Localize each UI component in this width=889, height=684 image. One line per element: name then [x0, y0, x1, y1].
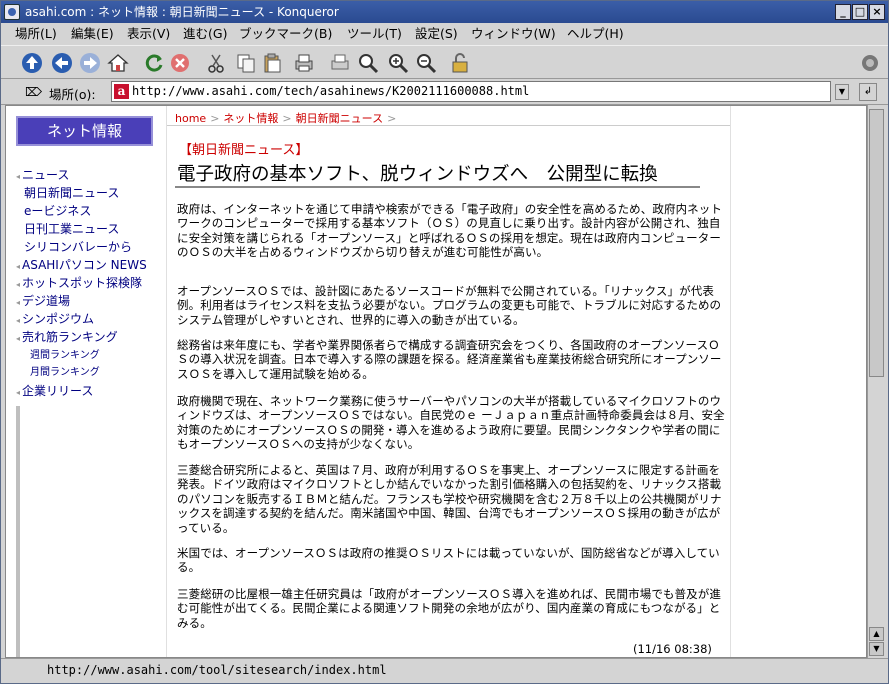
sidebar-item-monthly-ranking[interactable]: 月間ランキング: [30, 363, 100, 378]
browser-window: asahi.com : ネット情報 : 朝日新聞ニュース - Konqueror…: [0, 0, 889, 684]
url-dropdown-icon[interactable]: ▼: [835, 84, 849, 100]
breadcrumb-home[interactable]: home: [175, 112, 206, 125]
location-label: 場所(o):: [49, 87, 96, 102]
article-area: home > ネット情報 > 朝日新聞ニュース > 【朝日新聞ニュース】 電子政府の基本ソ…: [166, 106, 731, 657]
bullet-icon: ◂: [16, 316, 21, 325]
close-button[interactable]: ×: [869, 4, 885, 20]
konqueror-logo-icon: [857, 51, 883, 75]
menu-window[interactable]: ウィンドウ(W): [471, 23, 556, 45]
article-paragraph: 政府は、インターネットを通じて申請や検索ができる「電子政府」の安全性を高めるため…: [177, 202, 722, 260]
sidebar-blank: [20, 406, 148, 657]
bullet-icon: ◂: [16, 280, 21, 289]
scrollbar-thumb[interactable]: [869, 109, 884, 377]
article-category: 【朝日新聞ニュース】: [179, 143, 309, 158]
left-sidebar: ネット情報 ◂ ニュース 朝日新聞ニュース eービジネス 日刊工業ニュース シリコ…: [6, 106, 158, 657]
breadcrumb-sep: >: [387, 112, 397, 125]
page-view: ネット情報 ◂ ニュース 朝日新聞ニュース eービジネス 日刊工業ニュース シリコ…: [5, 105, 867, 658]
site-favicon-icon: a: [114, 84, 129, 99]
maximize-button[interactable]: □: [852, 4, 868, 20]
article-paragraph: 三菱総研の比屋根一雄主任研究員は「政府がオープンソースＯＳ導入を進めれば、民間市…: [177, 587, 721, 630]
menu-location[interactable]: 場所(L): [15, 23, 57, 45]
sidebar-item-asahi-pasokon[interactable]: ◂ ASAHIパソコン NEWS: [16, 256, 147, 273]
lock-icon[interactable]: [447, 51, 473, 75]
sidebar-item-asahi-news[interactable]: 朝日新聞ニュース: [24, 184, 119, 201]
bullet-icon: ◂: [16, 262, 21, 271]
sidebar-item-silicon-valley[interactable]: シリコンバレーから: [24, 238, 132, 255]
print-icon[interactable]: [291, 51, 317, 75]
article-paragraph: オープンソースＯＳでは、設計図にあたるソースコードが無料で公開されている。「リナ…: [177, 284, 722, 327]
breadcrumb-asahi-news[interactable]: 朝日新聞ニュース: [296, 112, 383, 125]
forward-icon[interactable]: [77, 51, 103, 75]
sidebar-item-nikkan-kogyo[interactable]: 日刊工業ニュース: [24, 220, 119, 237]
breadcrumb-net-info[interactable]: ネット情報: [223, 112, 278, 125]
stop-icon[interactable]: [167, 51, 193, 75]
up-icon[interactable]: [19, 51, 45, 75]
menu-bookmarks[interactable]: ブックマーク(B): [239, 23, 332, 45]
menu-settings[interactable]: 設定(S): [415, 23, 458, 45]
menu-edit[interactable]: 編集(E): [71, 23, 114, 45]
sidebar-item-press-release[interactable]: ◂ 企業リリース: [16, 382, 93, 399]
breadcrumb-divider: [167, 125, 730, 126]
bullet-icon: ◂: [16, 388, 21, 397]
menu-go[interactable]: 進む(G): [183, 23, 227, 45]
right-column: [732, 106, 866, 657]
sidebar-item-digi-dojo[interactable]: ◂ デジ道場: [16, 292, 70, 309]
scroll-up-icon[interactable]: ▲: [869, 627, 884, 641]
zoom-in-icon[interactable]: [385, 51, 411, 75]
title-bar[interactable]: asahi.com : ネット情報 : 朝日新聞ニュース - Konqueror…: [1, 1, 888, 23]
clear-location-icon[interactable]: ⌦: [25, 85, 42, 99]
back-icon[interactable]: [49, 51, 75, 75]
breadcrumb: home > ネット情報 > 朝日新聞ニュース >: [175, 110, 400, 126]
bullet-icon: ◂: [16, 334, 21, 343]
url-text: http://www.asahi.com/tech/asahinews/K200…: [132, 84, 530, 98]
status-text: http://www.asahi.com/tool/sitesearch/ind…: [47, 663, 387, 677]
sidebar-item-ebusiness[interactable]: eービジネス: [24, 202, 91, 219]
menu-bar: 場所(L) 編集(E) 表示(V) 進む(G) ブックマーク(B) ツール(T)…: [1, 23, 888, 45]
vertical-scrollbar[interactable]: ▲ ▼: [867, 105, 885, 658]
paste-icon[interactable]: [259, 51, 285, 75]
headline-rule: [175, 186, 700, 188]
copy-icon[interactable]: [233, 51, 259, 75]
zoom-out-icon[interactable]: [413, 51, 439, 75]
article-paragraph: 三菱総合研究所によると、英国は７月、政府が利用するＯＳを事実上、オープンソースに…: [177, 463, 722, 535]
go-icon[interactable]: ↲: [859, 83, 877, 101]
toolbar: [1, 45, 888, 79]
reload-icon[interactable]: [141, 51, 167, 75]
sidebar-item-weekly-ranking[interactable]: 週間ランキング: [30, 346, 100, 361]
sidebar-item-ranking[interactable]: ◂ 売れ筋ランキング: [16, 328, 118, 345]
article-paragraph: 総務省は来年度にも、学者や業界関係者らで構成する調査研究会をつくり、各国政府のオ…: [177, 338, 722, 381]
article-paragraph: 政府機関で現在、ネットワーク業務に使うサーバーやパソコンの大半が搭載しているマイ…: [177, 394, 725, 452]
sidebar-item-hotspot[interactable]: ◂ ホットスポット探検隊: [16, 274, 142, 291]
sidebar-item-symposium[interactable]: ◂ シンポジウム: [16, 310, 94, 327]
menu-help[interactable]: ヘルプ(H): [567, 23, 624, 45]
minimize-button[interactable]: _: [835, 4, 851, 20]
menu-tools[interactable]: ツール(T): [347, 23, 402, 45]
sidebar-item-news[interactable]: ◂ ニュース: [16, 166, 69, 183]
print-frame-icon[interactable]: [327, 51, 353, 75]
cut-icon[interactable]: [203, 51, 229, 75]
breadcrumb-sep: >: [210, 112, 220, 125]
scroll-down-icon[interactable]: ▼: [869, 642, 884, 656]
menu-view[interactable]: 表示(V): [127, 23, 170, 45]
url-input[interactable]: a http://www.asahi.com/tech/asahinews/K20…: [111, 81, 831, 102]
sidebar-heading[interactable]: ネット情報: [16, 116, 153, 146]
home-icon[interactable]: [105, 51, 131, 75]
bullet-icon: ◂: [16, 298, 21, 307]
breadcrumb-sep: >: [282, 112, 292, 125]
article-timestamp: (11/16 08:38): [633, 642, 712, 656]
bullet-icon: ◂: [16, 172, 21, 181]
location-bar: ⌦ 場所(o): a http://www.asahi.com/tech/asah…: [1, 79, 888, 105]
status-bar: http://www.asahi.com/tool/sitesearch/ind…: [1, 658, 888, 683]
window-title: asahi.com : ネット情報 : 朝日新聞ニュース - Konqueror: [25, 5, 339, 19]
zoom-fit-icon[interactable]: [355, 51, 381, 75]
article-headline: 電子政府の基本ソフト、脱ウィンドウズへ 公開型に転換: [177, 164, 658, 185]
window-menu-icon[interactable]: [4, 4, 20, 20]
article-paragraph: 米国では、オープンソースＯＳは政府の推奨ＯＳリストには載っていないが、国防総省な…: [177, 546, 720, 575]
